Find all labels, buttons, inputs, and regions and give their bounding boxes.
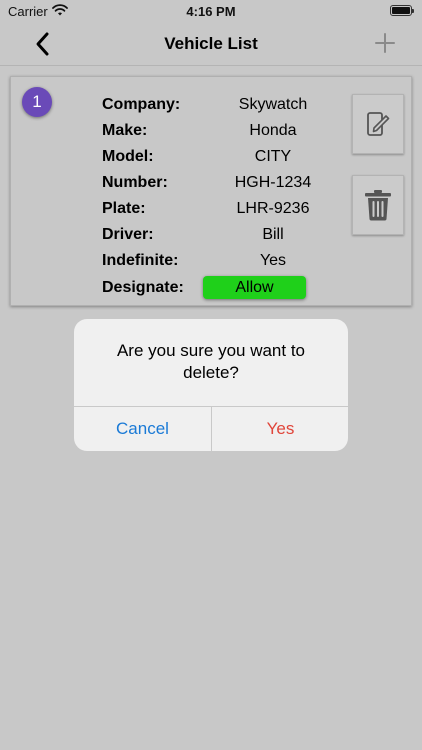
driver-value: Bill <box>262 226 284 243</box>
company-value: Skywatch <box>238 96 308 113</box>
field-row-indefinite: Indefinite: Yes <box>102 252 362 276</box>
model-value: CITY <box>254 148 292 165</box>
field-row-plate: Plate: LHR-9236 <box>102 200 362 224</box>
model-label: Model: <box>102 148 154 165</box>
delete-confirmation-alert: Are you sure you want to delete? Cancel … <box>74 319 348 451</box>
edit-icon <box>367 112 390 136</box>
edit-vehicle-button[interactable] <box>352 94 404 154</box>
field-row-number: Number: HGH-1234 <box>102 174 362 198</box>
driver-label: Driver: <box>102 226 154 243</box>
delete-vehicle-button[interactable] <box>352 175 404 235</box>
trash-icon <box>365 190 391 221</box>
company-label: Company: <box>102 96 181 113</box>
field-row-designate: Designate: Allow <box>102 276 362 303</box>
field-row-driver: Driver: Bill <box>102 226 362 250</box>
field-row-company: Company: Skywatch <box>102 96 362 120</box>
plate-label: Plate: <box>102 200 146 217</box>
designate-allow-badge[interactable]: Allow <box>203 276 306 299</box>
vehicle-index-badge: 1 <box>22 87 52 117</box>
field-row-model: Model: CITY <box>102 148 362 172</box>
make-value: Honda <box>249 122 297 139</box>
designate-label: Designate: <box>102 279 184 296</box>
vehicle-card[interactable]: 1 Company: Skywatch Make: Honda Model: C… <box>10 76 412 306</box>
number-value: HGH-1234 <box>234 174 312 191</box>
cancel-button[interactable]: Cancel <box>74 407 211 451</box>
confirm-delete-button[interactable]: Yes <box>212 407 348 451</box>
add-vehicle-button[interactable] <box>374 32 396 54</box>
indefinite-label: Indefinite: <box>102 252 179 269</box>
make-label: Make: <box>102 122 148 139</box>
clock-label: 4:16 PM <box>186 4 236 19</box>
plate-value: LHR-9236 <box>236 200 310 217</box>
navigation-bar: Vehicle List <box>0 22 422 66</box>
alert-message: Are you sure you want to delete? <box>116 341 306 382</box>
page-title: Vehicle List <box>164 34 258 53</box>
number-label: Number: <box>102 174 168 191</box>
indefinite-value: Yes <box>259 252 287 269</box>
field-row-make: Make: Honda <box>102 122 362 146</box>
status-bar: Carrier 4:16 PM <box>0 0 422 22</box>
battery-icon <box>390 5 414 16</box>
